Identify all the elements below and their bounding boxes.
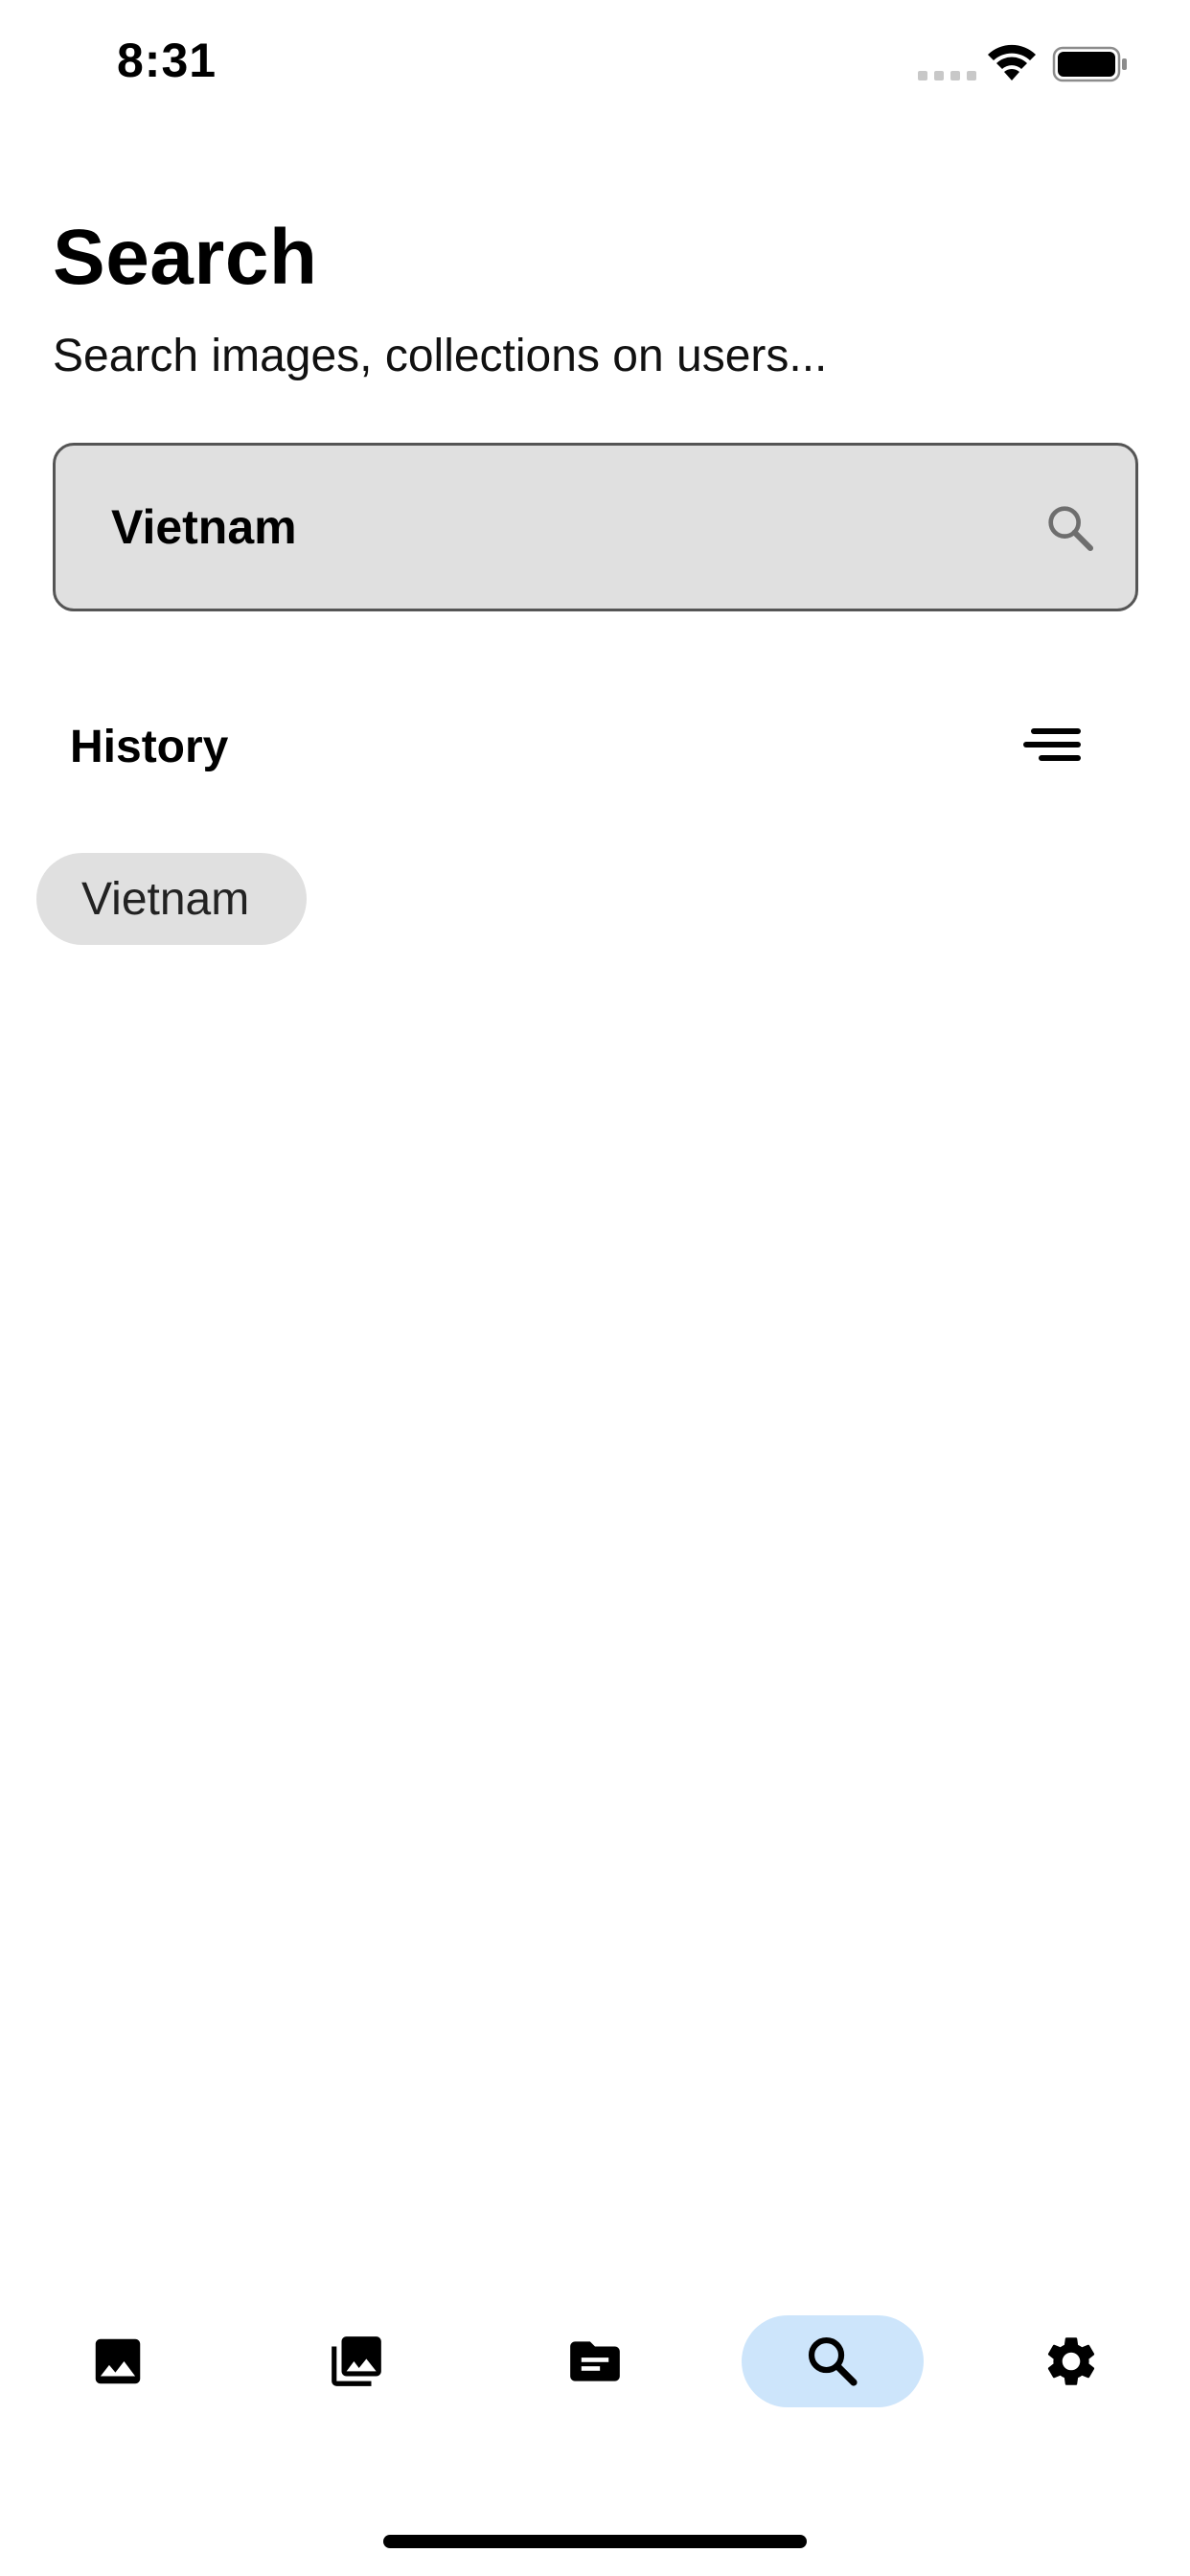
- page-title: Search: [53, 214, 318, 301]
- signal-icon: [918, 71, 976, 80]
- settings-icon: [1047, 2337, 1095, 2385]
- wifi-icon: [988, 44, 1036, 80]
- search-icon: [808, 2336, 858, 2386]
- sort-icon[interactable]: [1016, 724, 1088, 774]
- bottom-nav: [0, 2300, 1190, 2425]
- photo-library-icon: [332, 2336, 381, 2386]
- status-bar: 8:31: [0, 0, 1190, 134]
- search-box[interactable]: [53, 443, 1138, 611]
- image-icon: [95, 2338, 141, 2384]
- nav-item-search[interactable]: [742, 2315, 924, 2407]
- page-subtitle: Search images, collections on users...: [53, 331, 828, 381]
- battery-icon: [1052, 46, 1127, 82]
- history-chip[interactable]: Vietnam: [36, 853, 308, 945]
- home-indicator: [383, 2535, 807, 2548]
- search-screen: 8:31 Search Search images, collections o…: [0, 0, 1190, 2576]
- nav-item-photos[interactable]: [27, 2315, 209, 2407]
- search-icon[interactable]: [1043, 501, 1097, 555]
- folder-icon: [570, 2341, 620, 2381]
- search-input[interactable]: [111, 446, 973, 609]
- nav-item-topics[interactable]: [504, 2315, 686, 2407]
- history-label: History: [70, 722, 229, 772]
- nav-item-settings[interactable]: [980, 2315, 1162, 2407]
- nav-item-collections[interactable]: [265, 2315, 447, 2407]
- status-time: 8:31: [117, 34, 217, 87]
